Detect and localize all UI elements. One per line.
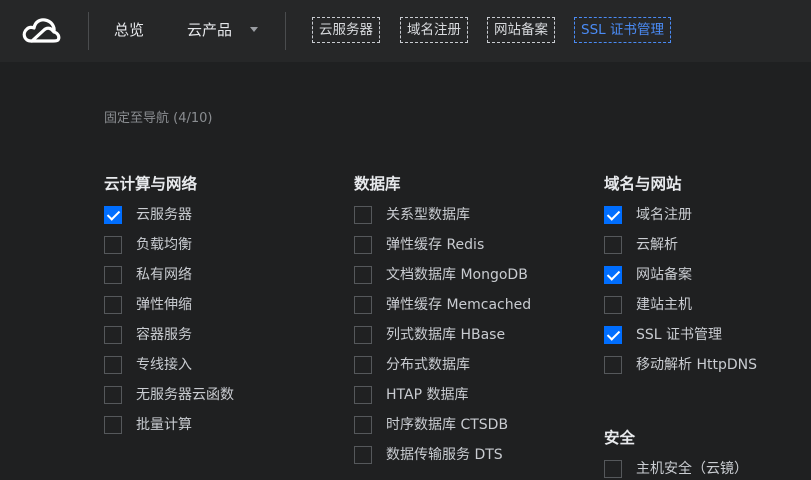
nav-divider	[285, 12, 286, 50]
product-label: 主机安全（云镜）	[636, 461, 748, 477]
category-title-compute-network: 云计算与网络	[104, 175, 198, 193]
product-label: 数据传输服务 DTS	[386, 447, 503, 463]
pinned-nav-ssl-certificate[interactable]: SSL 证书管理	[574, 17, 671, 43]
checkbox-unchecked-icon[interactable]	[354, 236, 372, 254]
pin-count-note: 固定至导航 (4/10)	[104, 111, 213, 126]
checkbox-unchecked-icon[interactable]	[104, 386, 122, 404]
nav-cloud-products-menu[interactable]: 云产品	[187, 19, 232, 41]
product-label: 弹性缓存 Memcached	[386, 297, 532, 313]
product-label: 弹性缓存 Redis	[386, 237, 485, 253]
pinned-nav-cloud-server[interactable]: 云服务器	[312, 17, 380, 43]
product-label: 时序数据库 CTSDB	[386, 417, 509, 433]
product-label: 无服务器云函数	[136, 387, 234, 403]
checkbox-unchecked-icon[interactable]	[354, 416, 372, 434]
product-label: 关系型数据库	[386, 207, 470, 223]
checkbox-unchecked-icon[interactable]	[104, 326, 122, 344]
category-title-domain-website: 域名与网站	[604, 175, 682, 193]
checkbox-unchecked-icon[interactable]	[104, 266, 122, 284]
checkbox-checked-icon[interactable]	[604, 206, 622, 224]
top-navigation-bar: 总览 云产品 云服务器 域名注册 网站备案 SSL 证书管理	[0, 0, 811, 62]
checkbox-unchecked-icon[interactable]	[354, 446, 372, 464]
product-label: 文档数据库 MongoDB	[386, 267, 528, 283]
checkbox-unchecked-icon[interactable]	[604, 356, 622, 374]
checkbox-unchecked-icon[interactable]	[104, 236, 122, 254]
product-label: 云解析	[636, 237, 678, 253]
checkbox-checked-icon[interactable]	[604, 266, 622, 284]
product-label: 私有网络	[136, 267, 192, 283]
chevron-down-icon[interactable]	[250, 27, 258, 32]
checkbox-unchecked-icon[interactable]	[604, 460, 622, 478]
category-title-database: 数据库	[354, 175, 401, 193]
nav-divider	[88, 12, 89, 50]
checkbox-unchecked-icon[interactable]	[354, 206, 372, 224]
nav-overview-link[interactable]: 总览	[114, 19, 144, 41]
checkbox-unchecked-icon[interactable]	[354, 296, 372, 314]
checkbox-unchecked-icon[interactable]	[354, 326, 372, 344]
checkbox-unchecked-icon[interactable]	[354, 386, 372, 404]
product-label: 列式数据库 HBase	[386, 327, 506, 343]
checkbox-unchecked-icon[interactable]	[604, 296, 622, 314]
product-label: 批量计算	[136, 417, 192, 433]
cloud-logo-icon[interactable]	[20, 13, 62, 49]
checkbox-checked-icon[interactable]	[604, 326, 622, 344]
checkbox-checked-icon[interactable]	[104, 206, 122, 224]
pinned-nav-domain-registration[interactable]: 域名注册	[400, 17, 468, 43]
checkbox-unchecked-icon[interactable]	[104, 356, 122, 374]
pinned-nav-website-filing[interactable]: 网站备案	[487, 17, 555, 43]
product-label: 负载均衡	[136, 237, 192, 253]
product-label: 建站主机	[636, 297, 692, 313]
category-title-security: 安全	[604, 429, 636, 447]
product-label: 弹性伸缩	[136, 297, 192, 313]
product-label: 分布式数据库	[386, 357, 470, 373]
product-label: 域名注册	[636, 207, 692, 223]
checkbox-unchecked-icon[interactable]	[104, 416, 122, 434]
checkbox-unchecked-icon[interactable]	[604, 236, 622, 254]
checkbox-unchecked-icon[interactable]	[104, 296, 122, 314]
product-label: 网站备案	[636, 267, 692, 283]
product-label: 专线接入	[136, 357, 192, 373]
product-label: 移动解析 HttpDNS	[636, 357, 757, 373]
checkbox-unchecked-icon[interactable]	[354, 356, 372, 374]
product-label: SSL 证书管理	[636, 327, 723, 343]
product-label: HTAP 数据库	[386, 387, 469, 403]
product-label: 云服务器	[136, 207, 192, 223]
checkbox-unchecked-icon[interactable]	[354, 266, 372, 284]
product-label: 容器服务	[136, 327, 192, 343]
